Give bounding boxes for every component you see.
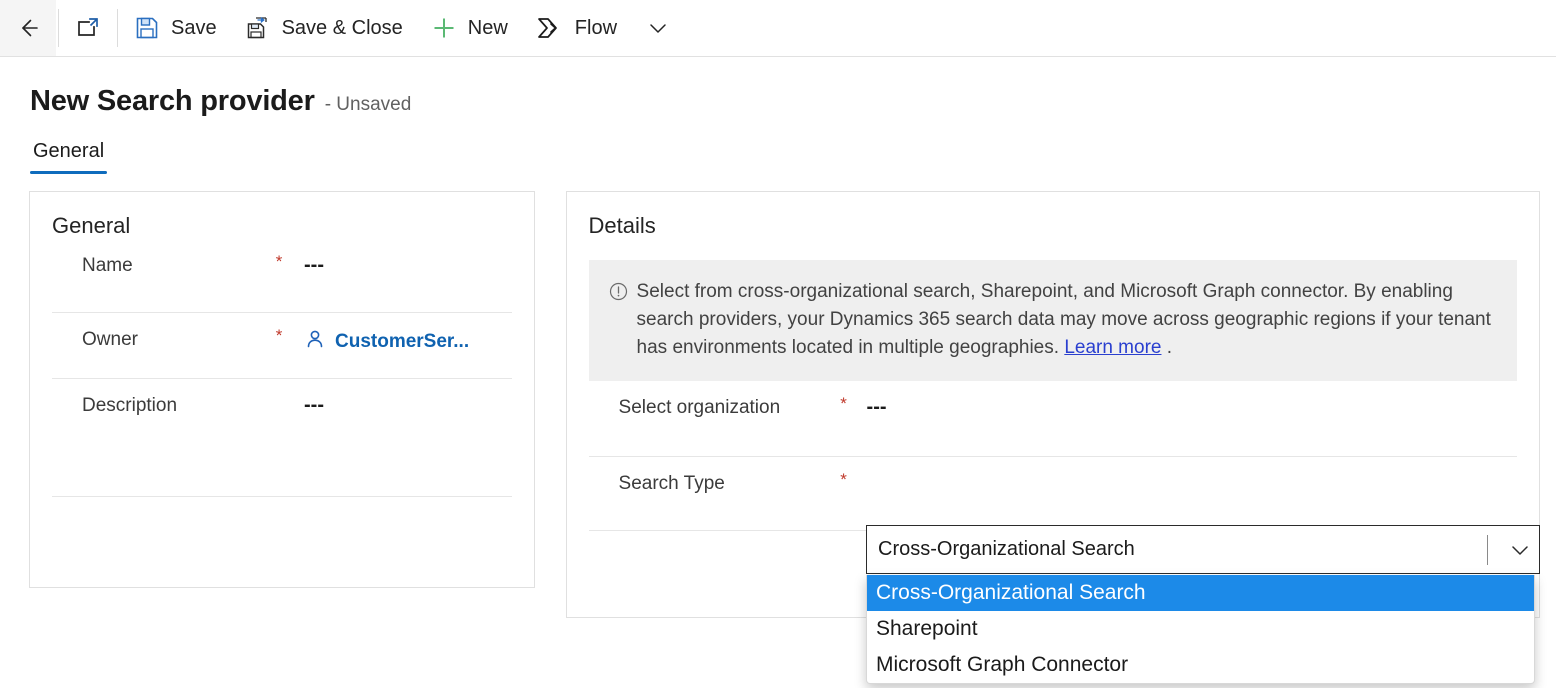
page-header: New Search provider - Unsaved bbox=[0, 57, 1556, 118]
overflow-menu-button[interactable] bbox=[631, 0, 685, 56]
back-button[interactable] bbox=[0, 0, 56, 56]
tab-strip: General bbox=[30, 140, 1556, 174]
search-type-dropdown-list[interactable]: Cross-Organizational Search Sharepoint M… bbox=[866, 575, 1535, 684]
dropdown-option-microsoft-graph-connector[interactable]: Microsoft Graph Connector bbox=[867, 647, 1534, 683]
search-type-required-indicator: * bbox=[840, 470, 847, 489]
dropdown-option-label: Microsoft Graph Connector bbox=[876, 653, 1129, 676]
search-type-combobox[interactable]: Cross-Organizational Search bbox=[866, 525, 1540, 574]
plus-icon bbox=[431, 15, 457, 41]
description-required-indicator bbox=[272, 379, 286, 393]
dropdown-option-cross-organizational-search[interactable]: Cross-Organizational Search bbox=[867, 575, 1534, 611]
flow-icon bbox=[536, 15, 564, 41]
details-section-title: Details bbox=[588, 213, 656, 238]
field-row-search-type: Search Type * bbox=[588, 457, 1517, 531]
info-circle-icon bbox=[609, 282, 628, 306]
description-field-label: Description bbox=[82, 395, 178, 416]
select-organization-required-indicator: * bbox=[840, 394, 847, 413]
combobox-divider bbox=[1487, 534, 1488, 565]
owner-field-label: Owner bbox=[82, 329, 138, 350]
back-arrow-icon bbox=[14, 14, 42, 42]
name-required-indicator: * bbox=[275, 252, 283, 271]
field-row-select-organization: Select organization * --- bbox=[588, 381, 1517, 457]
dropdown-option-sharepoint[interactable]: Sharepoint bbox=[867, 611, 1534, 647]
toolbar-divider-2 bbox=[117, 9, 118, 47]
save-floppy-icon bbox=[134, 15, 160, 41]
details-info-text-block: Select from cross-organizational search,… bbox=[637, 278, 1495, 362]
new-button-label: New bbox=[467, 16, 508, 39]
name-field-value[interactable]: --- bbox=[304, 239, 324, 277]
general-section-card: General Name * --- Owner * CustomerSer..… bbox=[29, 191, 535, 588]
search-type-label: Search Type bbox=[618, 473, 725, 494]
toolbar-divider-1 bbox=[58, 9, 59, 47]
general-section-title: General bbox=[52, 213, 131, 238]
chevron-down-icon bbox=[645, 15, 671, 41]
person-icon bbox=[304, 328, 326, 356]
owner-required-indicator: * bbox=[275, 326, 283, 345]
name-value-text: --- bbox=[304, 254, 324, 276]
dropdown-option-label: Cross-Organizational Search bbox=[876, 581, 1146, 604]
owner-link-text[interactable]: CustomerSer... bbox=[335, 331, 469, 353]
tab-general-label: General bbox=[33, 140, 105, 162]
flow-button[interactable]: Flow bbox=[522, 0, 631, 56]
general-fields: Name * --- Owner * CustomerSer... Descri… bbox=[30, 239, 534, 497]
page-save-state: - Unsaved bbox=[324, 94, 412, 115]
tab-general[interactable]: General bbox=[30, 140, 108, 174]
name-field-label: Name bbox=[82, 255, 133, 276]
command-bar: Save Save & Close New Flow bbox=[0, 0, 1556, 57]
search-type-combobox-wrapper: Cross-Organizational Search bbox=[866, 525, 1540, 574]
dropdown-option-label: Sharepoint bbox=[876, 617, 978, 640]
combobox-chevron-down-icon[interactable] bbox=[1501, 537, 1539, 563]
select-organization-value-text: --- bbox=[866, 396, 887, 418]
page-title: New Search provider bbox=[30, 85, 315, 117]
description-value-text: --- bbox=[304, 394, 324, 416]
save-close-icon bbox=[245, 15, 271, 41]
select-organization-label: Select organization bbox=[618, 397, 781, 418]
details-info-trailing: . bbox=[1161, 337, 1173, 358]
flow-button-label: Flow bbox=[574, 16, 618, 39]
popout-icon bbox=[75, 15, 101, 41]
open-in-new-window-button[interactable] bbox=[61, 0, 115, 56]
save-button-label: Save bbox=[171, 16, 217, 39]
save-and-close-button[interactable]: Save & Close bbox=[231, 0, 417, 56]
owner-field-value[interactable]: CustomerSer... bbox=[304, 313, 469, 356]
save-button[interactable]: Save bbox=[120, 0, 231, 56]
field-row-owner: Owner * CustomerSer... bbox=[52, 313, 512, 379]
learn-more-link[interactable]: Learn more bbox=[1064, 337, 1161, 358]
description-field-value[interactable]: --- bbox=[304, 379, 324, 417]
select-organization-value[interactable]: --- bbox=[867, 381, 887, 419]
search-type-selected-value: Cross-Organizational Search bbox=[878, 538, 1135, 560]
save-and-close-label: Save & Close bbox=[281, 16, 403, 39]
new-button[interactable]: New bbox=[417, 0, 522, 56]
field-row-name: Name * --- bbox=[52, 239, 512, 313]
field-row-description: Description --- bbox=[52, 379, 512, 497]
details-info-banner: Select from cross-organizational search,… bbox=[588, 260, 1517, 381]
